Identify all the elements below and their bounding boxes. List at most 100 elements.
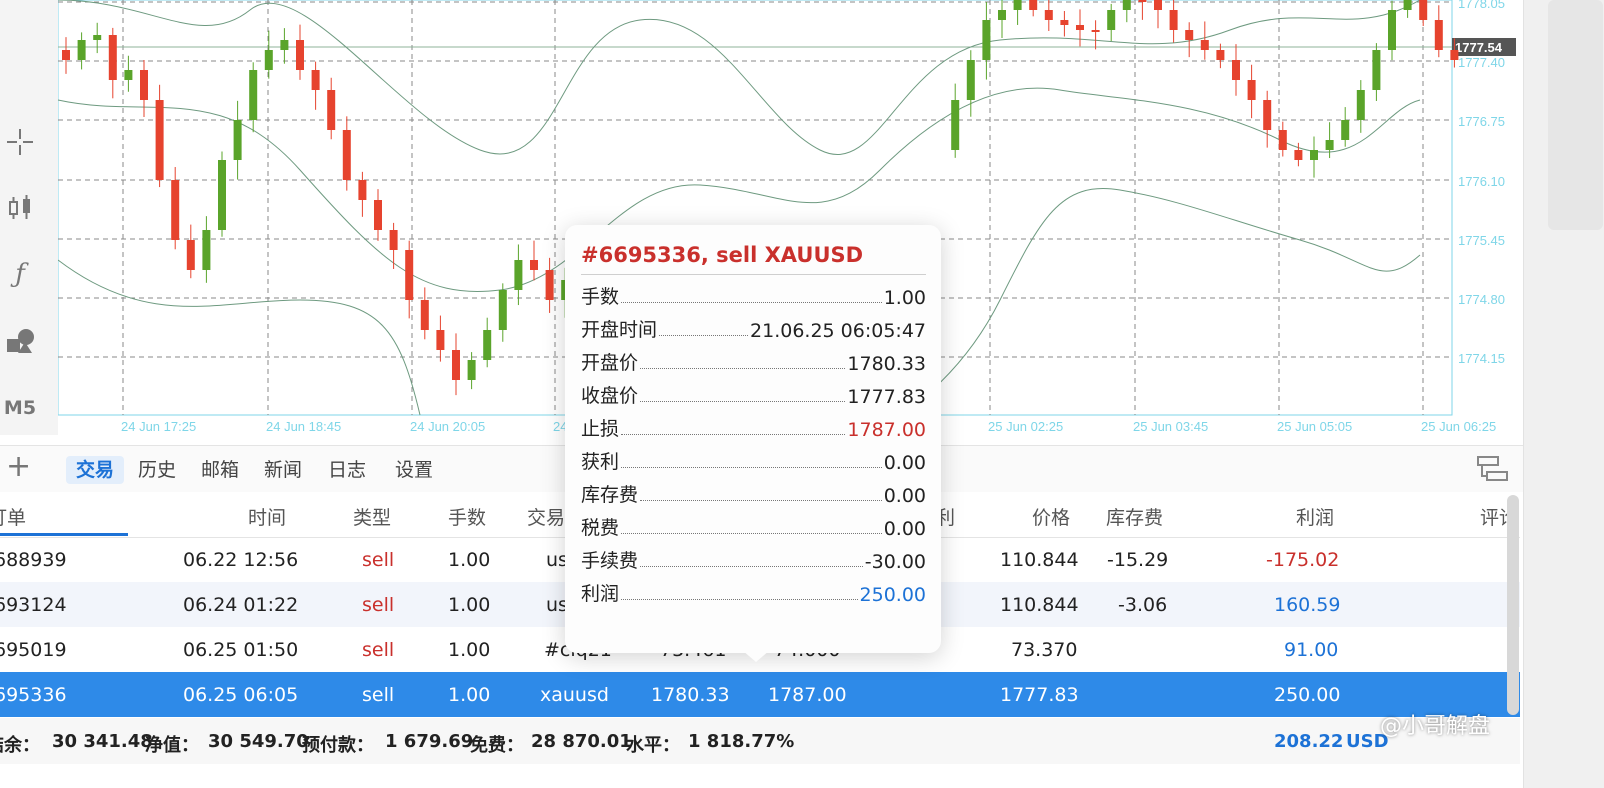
col-lots[interactable]: 手数 [448, 503, 486, 530]
candle-body [218, 160, 226, 230]
popup-detail-value: 1780.33 [847, 353, 926, 375]
col-swap[interactable]: 库存费 [1106, 503, 1163, 530]
order-price: 73.370 [1011, 639, 1078, 661]
candle-body [1216, 50, 1225, 60]
popup-detail-label: 手数 [581, 286, 620, 308]
price-tick-label: 1777.40 [1458, 55, 1505, 70]
tab-settings[interactable]: 设置 [385, 456, 443, 484]
crosshair-icon[interactable] [0, 124, 40, 160]
shapes-icon[interactable] [0, 322, 40, 358]
popup-detail-value: 250.00 [859, 584, 926, 606]
dot-leader [640, 401, 846, 402]
dot-leader [659, 335, 749, 336]
candle-body [140, 70, 148, 100]
tab-mailbox[interactable]: 邮箱 [191, 456, 249, 484]
dot-leader [640, 368, 846, 369]
layout-icon[interactable] [1475, 454, 1509, 488]
candle-body [1044, 10, 1053, 20]
col-price[interactable]: 价格 [1032, 503, 1070, 530]
candle-body [1434, 20, 1443, 50]
candle-body [155, 100, 164, 180]
candle-body [1060, 20, 1069, 25]
col-time[interactable]: 时间 [248, 503, 286, 530]
candlestick-icon[interactable] [0, 190, 40, 226]
dot-leader [640, 500, 882, 501]
table-row-selected[interactable]: 695336 06.25 06:05 sell 1.00 xauusd 1780… [0, 672, 1520, 717]
popup-detail-value: 0.00 [883, 452, 926, 474]
tab-history[interactable]: 历史 [128, 456, 186, 484]
free-margin-label: 免费： [470, 735, 524, 756]
time-tick-label: 24 Jun 20:05 [410, 419, 485, 434]
candle-body [498, 290, 507, 330]
function-icon[interactable]: ƒ [0, 256, 40, 292]
popup-detail-value: -30.00 [864, 551, 926, 573]
sort-indicator [0, 533, 128, 536]
popup-detail-row: 库存费 0.00 [581, 477, 926, 507]
popup-title: #6695336, sell XAUUSD [581, 243, 864, 267]
candle-body [1325, 140, 1334, 150]
col-symbol[interactable]: 交易 [527, 503, 565, 530]
candle-body [1356, 90, 1365, 120]
popup-detail-label: 开盘时间 [581, 319, 658, 341]
order-symbol: xauusd [540, 684, 609, 706]
order-open-price: 1780.33 [651, 684, 730, 706]
order-lots: 1.00 [448, 594, 491, 616]
popup-detail-value: 1.00 [883, 287, 926, 309]
balance-label: 结余： [0, 735, 40, 756]
order-time: 06.24 01:22 [183, 594, 299, 616]
candle-body [1419, 0, 1428, 20]
candle-body [1076, 25, 1084, 30]
dot-leader [640, 566, 863, 567]
candle-body [1169, 10, 1178, 30]
candle-body [1403, 0, 1412, 10]
candle-body [982, 20, 991, 60]
dot-leader [621, 533, 882, 534]
popup-detail-row: 手续费 -30.00 [581, 543, 926, 573]
candle-body [1388, 10, 1396, 50]
col-profit[interactable]: 利润 [1296, 503, 1334, 530]
time-tick-label: 25 Jun 03:45 [1133, 419, 1208, 434]
order-id: 688939 [0, 549, 67, 571]
order-swap: -15.29 [1107, 549, 1169, 571]
popup-detail-label: 库存费 [581, 484, 639, 506]
order-price: 110.844 [1000, 549, 1079, 571]
candle-body [1263, 100, 1272, 130]
candle-body [405, 250, 414, 300]
candle-body [1450, 50, 1459, 60]
side-panel-tab[interactable] [1548, 0, 1603, 230]
margin-value: 1 679.69 [385, 731, 474, 752]
candle-body [452, 350, 460, 380]
popup-detail-row: 税费 0.00 [581, 510, 926, 540]
margin-level-value: 1 818.77% [688, 731, 795, 752]
order-price: 110.844 [1000, 594, 1079, 616]
price-tick-label: 1774.15 [1458, 351, 1505, 366]
order-time: 06.25 06:05 [183, 684, 299, 706]
tab-trade[interactable]: 交易 [66, 456, 125, 484]
popup-detail-label: 收盘价 [581, 385, 639, 407]
order-id: 693124 [0, 594, 67, 616]
free-margin-value: 28 870.01 [531, 731, 632, 752]
add-icon[interactable]: + [6, 452, 31, 482]
account-summary-bar: 结余： 30 341.48 净值： 30 549.70 预付款： 1 679.6… [0, 718, 1520, 764]
candle-body [1341, 120, 1350, 140]
table-scrollbar[interactable] [1507, 495, 1519, 715]
tab-news[interactable]: 新闻 [254, 456, 312, 484]
candle-body [1232, 60, 1240, 80]
candle-body [1122, 0, 1131, 10]
popup-pointer [742, 650, 770, 662]
candle-body [186, 240, 195, 270]
left-toolbar: ƒ M5 [0, 0, 58, 435]
order-lots: 1.00 [448, 549, 491, 571]
popup-detail-row: 利润 250.00 [581, 576, 926, 606]
time-tick-label: 24 Jun 17:25 [121, 419, 196, 434]
tab-journal[interactable]: 日志 [318, 456, 376, 484]
price-tick-label: 1776.10 [1458, 174, 1505, 189]
order-lots: 1.00 [448, 639, 491, 661]
timeframe-label[interactable]: M5 [0, 390, 40, 426]
time-tick-label: 25 Jun 06:25 [1421, 419, 1496, 434]
candle-body [966, 60, 975, 100]
candle-body [342, 130, 351, 180]
candle-body [436, 330, 445, 350]
col-type[interactable]: 类型 [353, 503, 391, 530]
col-order[interactable]: 订单 [0, 503, 26, 530]
